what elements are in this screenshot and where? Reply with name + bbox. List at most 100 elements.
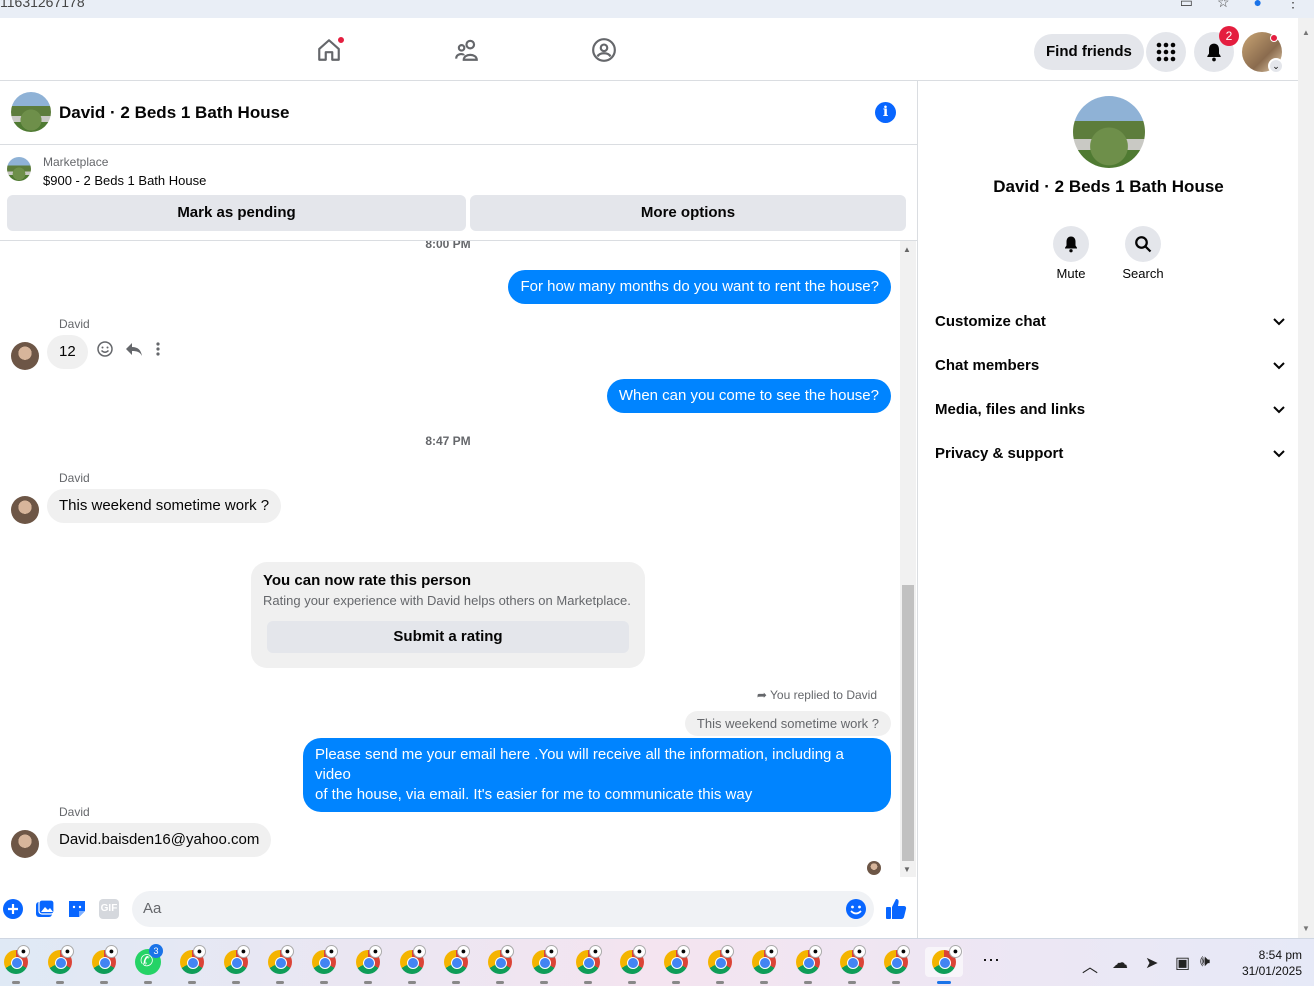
chrome-taskbar-icon[interactable]: ● [485,945,515,984]
url-text[interactable]: 11631267178 [0,0,85,10]
chat-title[interactable]: David · 2 Beds 1 Bath House [59,103,290,123]
chat-scroll-down-icon[interactable]: ▼ [903,865,911,874]
chrome-taskbar-icon[interactable]: ● [397,945,427,984]
chrome-taskbar-icon[interactable]: ● [661,945,691,984]
photo-icon[interactable] [35,899,55,924]
chrome-taskbar-icon[interactable]: ● [45,945,75,984]
incoming-message[interactable]: David.baisden16@yahoo.com [47,823,272,857]
profile-icon[interactable]: ● [1254,0,1262,11]
sticker-icon[interactable] [67,899,87,924]
chrome-taskbar-icon[interactable]: ● [353,945,383,984]
search-icon[interactable] [1125,226,1161,262]
browser-bar: 11631267178 ▭ ☆ ● ⋮ [0,0,1314,18]
search-label: Search [1122,266,1164,281]
volume-icon[interactable]: 🕪 [1200,953,1210,971]
message-input[interactable]: Aa [132,891,874,927]
mute-button[interactable]: Mute [1031,226,1111,281]
submit-rating-button[interactable]: Submit a rating [267,621,629,653]
scroll-up-arrow-icon[interactable]: ▲ [1302,28,1310,37]
chat-scroll-thumb[interactable] [902,585,914,861]
sender-avatar[interactable] [11,342,39,370]
chrome-taskbar-icon[interactable]: ● [705,945,735,984]
tray-chevron-icon[interactable]: ︿ [1082,953,1098,977]
mark-pending-button[interactable]: Mark as pending [7,195,466,231]
chrome-taskbar-icon[interactable]: ● [221,945,251,984]
chrome-taskbar-icon[interactable]: ● [881,945,911,984]
plus-icon[interactable] [3,899,23,924]
chat-scrollbar[interactable]: ▲ ▼ [900,241,916,877]
chrome-taskbar-icon[interactable]: ● [1,945,31,984]
sender-avatar[interactable] [11,496,39,524]
like-thumb-icon[interactable] [884,897,908,926]
message-line: Please send me your email here .You will… [315,746,844,783]
reply-icon[interactable] [125,341,143,362]
chrome-taskbar-icon[interactable]: ● [177,945,207,984]
media-files-links-row[interactable]: Media, files and links [935,388,1285,432]
incoming-message[interactable]: 12 [47,335,88,369]
listing-thumbnail[interactable] [7,157,31,181]
chrome-taskbar-icon[interactable]: ● [573,945,603,984]
bookmark-star-icon[interactable]: ☆ [1217,0,1230,11]
onedrive-icon[interactable]: ☁ [1112,953,1128,973]
privacy-support-row[interactable]: Privacy & support [935,432,1285,476]
page-scrollbar[interactable]: ▲ ▼ [1298,18,1314,938]
more-actions-icon[interactable] [155,341,161,362]
chrome-taskbar-icon[interactable]: ● [89,945,119,984]
scroll-down-arrow-icon[interactable]: ▼ [1302,924,1310,933]
notification-badge: 2 [1219,26,1239,46]
browser-menu-icon[interactable]: ⋮ [1286,0,1300,11]
menu-grid-icon[interactable] [1146,32,1186,72]
react-icon[interactable] [97,341,113,362]
row-label: Privacy & support [935,445,1064,462]
emoji-icon[interactable] [845,898,867,925]
friends-icon[interactable] [451,34,483,66]
incoming-message[interactable]: This weekend sometime work ? [47,489,282,523]
profile-overlay-icon: ● [853,945,866,958]
customize-chat-row[interactable]: Customize chat [935,300,1285,344]
outgoing-message[interactable]: Please send me your email here .You will… [303,738,891,812]
outgoing-message[interactable]: For how many months do you want to rent … [508,270,891,304]
profile-overlay-icon: ● [193,945,206,958]
profile-name[interactable]: David · 2 Beds 1 Bath House [919,177,1298,197]
more-apps-icon[interactable]: ⋯ [976,947,1006,977]
chat-scroll-up-icon[interactable]: ▲ [903,245,911,254]
chrome-taskbar-icon[interactable]: ● [793,945,823,984]
profile-overlay-icon: ● [457,945,470,958]
outgoing-message[interactable]: When can you come to see the house? [606,379,891,413]
find-friends-button[interactable]: Find friends [1034,34,1144,70]
chrome-taskbar-icon-active[interactable]: ● [925,945,963,984]
chat-details-sidebar: David · 2 Beds 1 Bath House Mute Search … [919,81,1298,938]
home-icon[interactable] [313,34,345,66]
rating-subtitle: Rating your experience with David helps … [263,593,631,608]
quoted-message[interactable]: This weekend sometime work ? [684,711,891,736]
whatsapp-taskbar-icon[interactable]: 3 [133,944,163,984]
sender-avatar[interactable] [11,830,39,858]
chat-avatar[interactable] [11,92,51,132]
gif-icon[interactable]: GIF [99,899,119,919]
network-icon[interactable]: ▣ [1175,953,1190,973]
account-chevron-icon[interactable]: ⌄ [1268,58,1284,74]
search-button[interactable]: Search [1103,226,1183,281]
taskbar: ● ● ● 3 ● ● ● ● ● ● ● ● ● ● ● ● ● ● ● ● … [0,938,1314,986]
info-icon[interactable]: i [875,102,896,123]
chrome-taskbar-icon[interactable]: ● [265,945,295,984]
chat-members-row[interactable]: Chat members [935,344,1285,388]
location-icon[interactable]: ➤ [1145,953,1158,973]
groups-icon[interactable] [588,34,620,66]
rating-prompt: You can now rate this person Rating your… [251,562,645,668]
profile-overlay-icon: ● [281,945,294,958]
chrome-taskbar-icon[interactable]: ● [441,945,471,984]
chrome-taskbar-icon[interactable]: ● [749,945,779,984]
chrome-taskbar-icon[interactable]: ● [617,945,647,984]
chrome-taskbar-icon[interactable]: ● [837,945,867,984]
bell-icon[interactable] [1053,226,1089,262]
cast-icon[interactable]: ▭ [1180,0,1193,11]
chrome-taskbar-icon[interactable]: ● [529,945,559,984]
listing-title[interactable]: $900 - 2 Beds 1 Bath House [43,173,206,188]
chrome-taskbar-icon[interactable]: ● [309,945,339,984]
profile-overlay-icon: ● [765,945,778,958]
profile-avatar[interactable] [1073,96,1145,168]
more-options-button[interactable]: More options [470,195,906,231]
chat-header: David · 2 Beds 1 Bath House i [0,81,918,145]
system-clock[interactable]: 8:54 pm 31/01/2025 [1230,947,1302,979]
